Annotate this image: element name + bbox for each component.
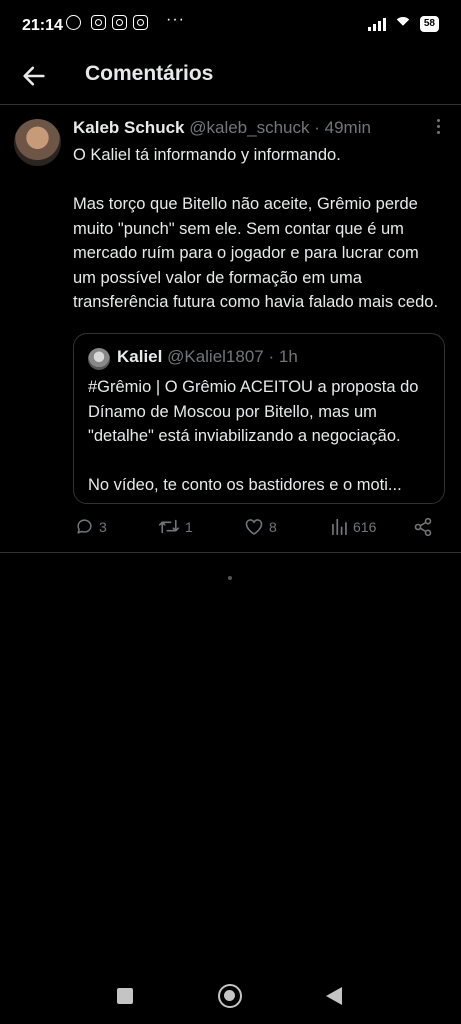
separator: · [314,118,320,137]
avatar[interactable] [14,119,61,166]
heart-icon [245,519,263,535]
alarm-icon [66,15,81,30]
quoted-time: 1h [278,347,298,366]
more-notifications-icon: ··· [166,10,185,28]
quoted-paragraph: No vídeo, te conto os bastidores e o mot… [88,476,402,494]
author-name[interactable]: Kaleb Schuck [73,118,185,137]
status-notification-icons: ··· [66,11,185,30]
more-vertical-icon[interactable] [437,119,441,134]
status-time: 21:14 [22,17,63,34]
like-button[interactable]: 8 [244,517,277,536]
retweet-count: 1 [185,518,193,535]
retweet-button[interactable]: 1 [158,517,193,536]
quoted-header: Kaliel @Kaliel1807 · 1h [117,347,298,367]
wifi-icon [393,17,412,31]
retweet-icon [158,519,180,534]
loading-indicator [228,576,232,580]
instagram-icon [133,15,148,30]
instagram-icon [91,15,106,30]
tweet-header: Kaleb Schuck @kaleb_schuck · 49min [73,118,371,138]
tweet-actions: 3 1 8 616 [73,517,443,541]
instagram-icon [112,15,127,30]
tweet-paragraph: Mas torço que Bitello não aceite, Grêmio… [73,195,439,311]
recents-button[interactable] [117,988,133,1004]
quoted-text: #Grêmio | O Grêmio ACEITOU a proposta do… [88,375,433,498]
views-button[interactable]: 616 [330,517,376,536]
reply-count: 3 [99,518,107,535]
status-bar: 21:14 ··· 58 [0,0,461,52]
tweet[interactable]: Kaleb Schuck @kaleb_schuck · 49min O Kal… [0,105,461,553]
back-button[interactable] [326,987,342,1005]
status-system-icons: 58 [367,16,439,32]
share-icon [414,517,432,537]
quoted-paragraph: #Grêmio | O Grêmio ACEITOU a proposta do… [88,378,419,445]
quoted-author-name: Kaliel [117,347,163,366]
home-button[interactable] [218,984,242,1008]
author-handle[interactable]: @kaleb_schuck [189,118,309,137]
page-title: Comentários [85,62,214,85]
share-button[interactable] [413,517,433,537]
separator: · [268,347,275,366]
battery-level: 58 [419,16,439,32]
tweet-paragraph: O Kaliel tá informando y informando. [73,146,341,164]
tweet-text: O Kaliel tá informando y informando. Mas… [73,143,443,315]
like-count: 8 [269,518,277,535]
tweet-time: 49min [324,118,371,137]
arrow-left-icon[interactable] [20,62,48,90]
quoted-avatar [88,348,110,370]
quoted-author-handle: @Kaliel1807 [167,347,264,366]
system-nav-bar [0,968,461,1024]
reply-button[interactable]: 3 [75,517,107,536]
comment-icon [77,519,92,534]
views-count: 616 [353,518,377,535]
signal-icon [367,17,386,31]
quoted-tweet[interactable]: Kaliel @Kaliel1807 · 1h #Grêmio | O Grêm… [73,333,445,504]
bar-chart-icon [332,518,347,536]
app-header: Comentários [0,52,461,105]
